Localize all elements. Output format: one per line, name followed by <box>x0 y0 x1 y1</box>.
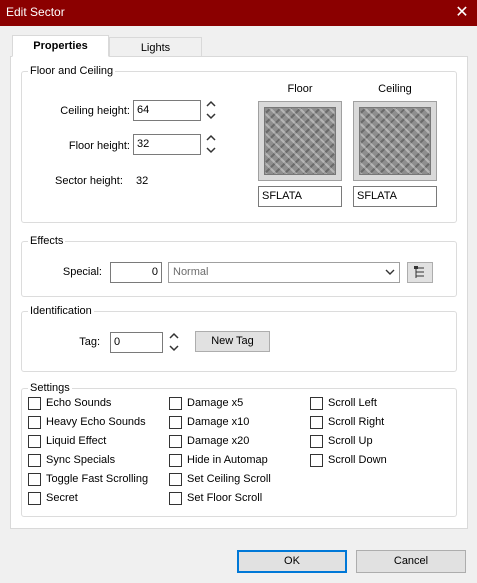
checkbox-label: Set Ceiling Scroll <box>187 473 271 485</box>
title-bar: Edit Sector ✕ <box>0 0 477 26</box>
checkbox-label: Damage x20 <box>187 435 250 447</box>
checkbox-box[interactable] <box>28 453 41 467</box>
settings-checkbox[interactable]: Liquid Effect <box>28 433 106 449</box>
special-dropdown[interactable]: Normal <box>168 262 400 283</box>
checkbox-label: Damage x10 <box>187 416 250 428</box>
tree-browse-icon <box>414 266 424 278</box>
chevron-down-icon[interactable] <box>206 145 216 155</box>
settings-checkbox[interactable]: Damage x5 <box>169 395 243 411</box>
floor-height-input[interactable]: 32 <box>133 134 201 155</box>
checkbox-box[interactable] <box>28 491 41 505</box>
checkbox-label: Heavy Echo Sounds <box>46 416 146 428</box>
floor-texture-preview[interactable] <box>258 101 342 181</box>
ceiling-height-input[interactable]: 64 <box>133 100 201 121</box>
settings-checkbox[interactable]: Damage x20 <box>169 433 249 449</box>
tag-spinner[interactable] <box>166 331 182 355</box>
checkbox-box[interactable] <box>310 396 323 410</box>
settings-checkbox[interactable]: Scroll Left <box>310 395 377 411</box>
tag-input[interactable]: 0 <box>110 332 163 353</box>
checkbox-box[interactable] <box>310 415 323 429</box>
floor-texture-input[interactable]: SFLATA <box>258 186 342 207</box>
floor-height-label: Floor height: <box>68 140 130 152</box>
chevron-up-icon[interactable] <box>169 331 179 341</box>
ceiling-texture-label: Ceiling <box>378 83 412 95</box>
checkbox-label: Echo Sounds <box>46 397 112 409</box>
chevron-down-icon <box>385 269 395 275</box>
window-title: Edit Sector <box>6 5 65 19</box>
ceiling-height-label: Ceiling height: <box>60 105 130 117</box>
tab-lights[interactable]: Lights <box>109 37 202 57</box>
checkbox-label: Sync Specials <box>46 454 116 466</box>
checkbox-label: Toggle Fast Scrolling <box>46 473 149 485</box>
checkbox-label: Damage x5 <box>187 397 244 409</box>
checkbox-label: Hide in Automap <box>187 454 268 466</box>
settings-checkbox[interactable]: Set Ceiling Scroll <box>169 471 271 487</box>
browse-specials-button[interactable] <box>407 262 433 283</box>
special-label: Special: <box>62 266 102 278</box>
settings-checkbox[interactable]: Secret <box>28 490 78 506</box>
group-label: Effects <box>28 235 66 247</box>
settings-checkbox[interactable]: Scroll Right <box>310 414 384 430</box>
ok-button[interactable]: OK <box>237 550 347 573</box>
chevron-up-icon[interactable] <box>206 133 216 143</box>
ceiling-height-spinner[interactable] <box>203 99 219 123</box>
checkbox-box[interactable] <box>169 415 182 429</box>
group-label: Settings <box>28 382 72 394</box>
checkbox-label: Liquid Effect <box>46 435 107 447</box>
floor-texture-label: Floor <box>287 83 313 95</box>
checkbox-box[interactable] <box>28 415 41 429</box>
close-icon[interactable]: ✕ <box>447 0 477 26</box>
checkbox-label: Set Floor Scroll <box>187 492 263 504</box>
tag-label: Tag: <box>79 336 100 348</box>
checkbox-box[interactable] <box>310 434 323 448</box>
checkbox-box[interactable] <box>169 434 182 448</box>
special-number-input[interactable]: 0 <box>110 262 162 283</box>
settings-checkbox[interactable]: Sync Specials <box>28 452 115 468</box>
group-label: Identification <box>28 305 94 317</box>
ceiling-texture-preview[interactable] <box>353 101 437 181</box>
checkbox-label: Scroll Right <box>328 416 385 428</box>
floor-texture-image <box>264 107 336 175</box>
floor-height-spinner[interactable] <box>203 133 219 157</box>
checkbox-box[interactable] <box>28 472 41 486</box>
checkbox-box[interactable] <box>169 396 182 410</box>
settings-checkbox[interactable]: Set Floor Scroll <box>169 490 262 506</box>
checkbox-box[interactable] <box>310 453 323 467</box>
chevron-up-icon[interactable] <box>206 99 216 109</box>
settings-checkbox[interactable]: Damage x10 <box>169 414 249 430</box>
special-dropdown-value: Normal <box>173 266 209 278</box>
checkbox-box[interactable] <box>169 491 182 505</box>
settings-checkbox[interactable]: Heavy Echo Sounds <box>28 414 146 430</box>
ceiling-texture-input[interactable]: SFLATA <box>353 186 437 207</box>
settings-checkbox[interactable]: Hide in Automap <box>169 452 268 468</box>
checkbox-box[interactable] <box>169 453 182 467</box>
checkbox-box[interactable] <box>28 434 41 448</box>
settings-checkbox[interactable]: Scroll Up <box>310 433 373 449</box>
chevron-down-icon[interactable] <box>206 111 216 121</box>
checkbox-label: Scroll Down <box>328 454 387 466</box>
cancel-button[interactable]: Cancel <box>356 550 466 573</box>
sector-height-value: 32 <box>136 175 149 187</box>
ceiling-texture-image <box>359 107 431 175</box>
settings-checkbox[interactable]: Scroll Down <box>310 452 387 468</box>
settings-checkbox[interactable]: Toggle Fast Scrolling <box>28 471 148 487</box>
chevron-down-icon[interactable] <box>169 343 179 353</box>
checkbox-label: Scroll Up <box>328 435 373 447</box>
checkbox-label: Scroll Left <box>328 397 377 409</box>
sector-height-label: Sector height: <box>55 175 123 187</box>
tab-properties[interactable]: Properties <box>12 35 109 57</box>
new-tag-button[interactable]: New Tag <box>195 331 270 352</box>
settings-checkbox[interactable]: Echo Sounds <box>28 395 111 411</box>
checkbox-label: Secret <box>46 492 78 504</box>
group-label: Floor and Ceiling <box>28 65 116 77</box>
checkbox-box[interactable] <box>28 396 41 410</box>
checkbox-box[interactable] <box>169 472 182 486</box>
